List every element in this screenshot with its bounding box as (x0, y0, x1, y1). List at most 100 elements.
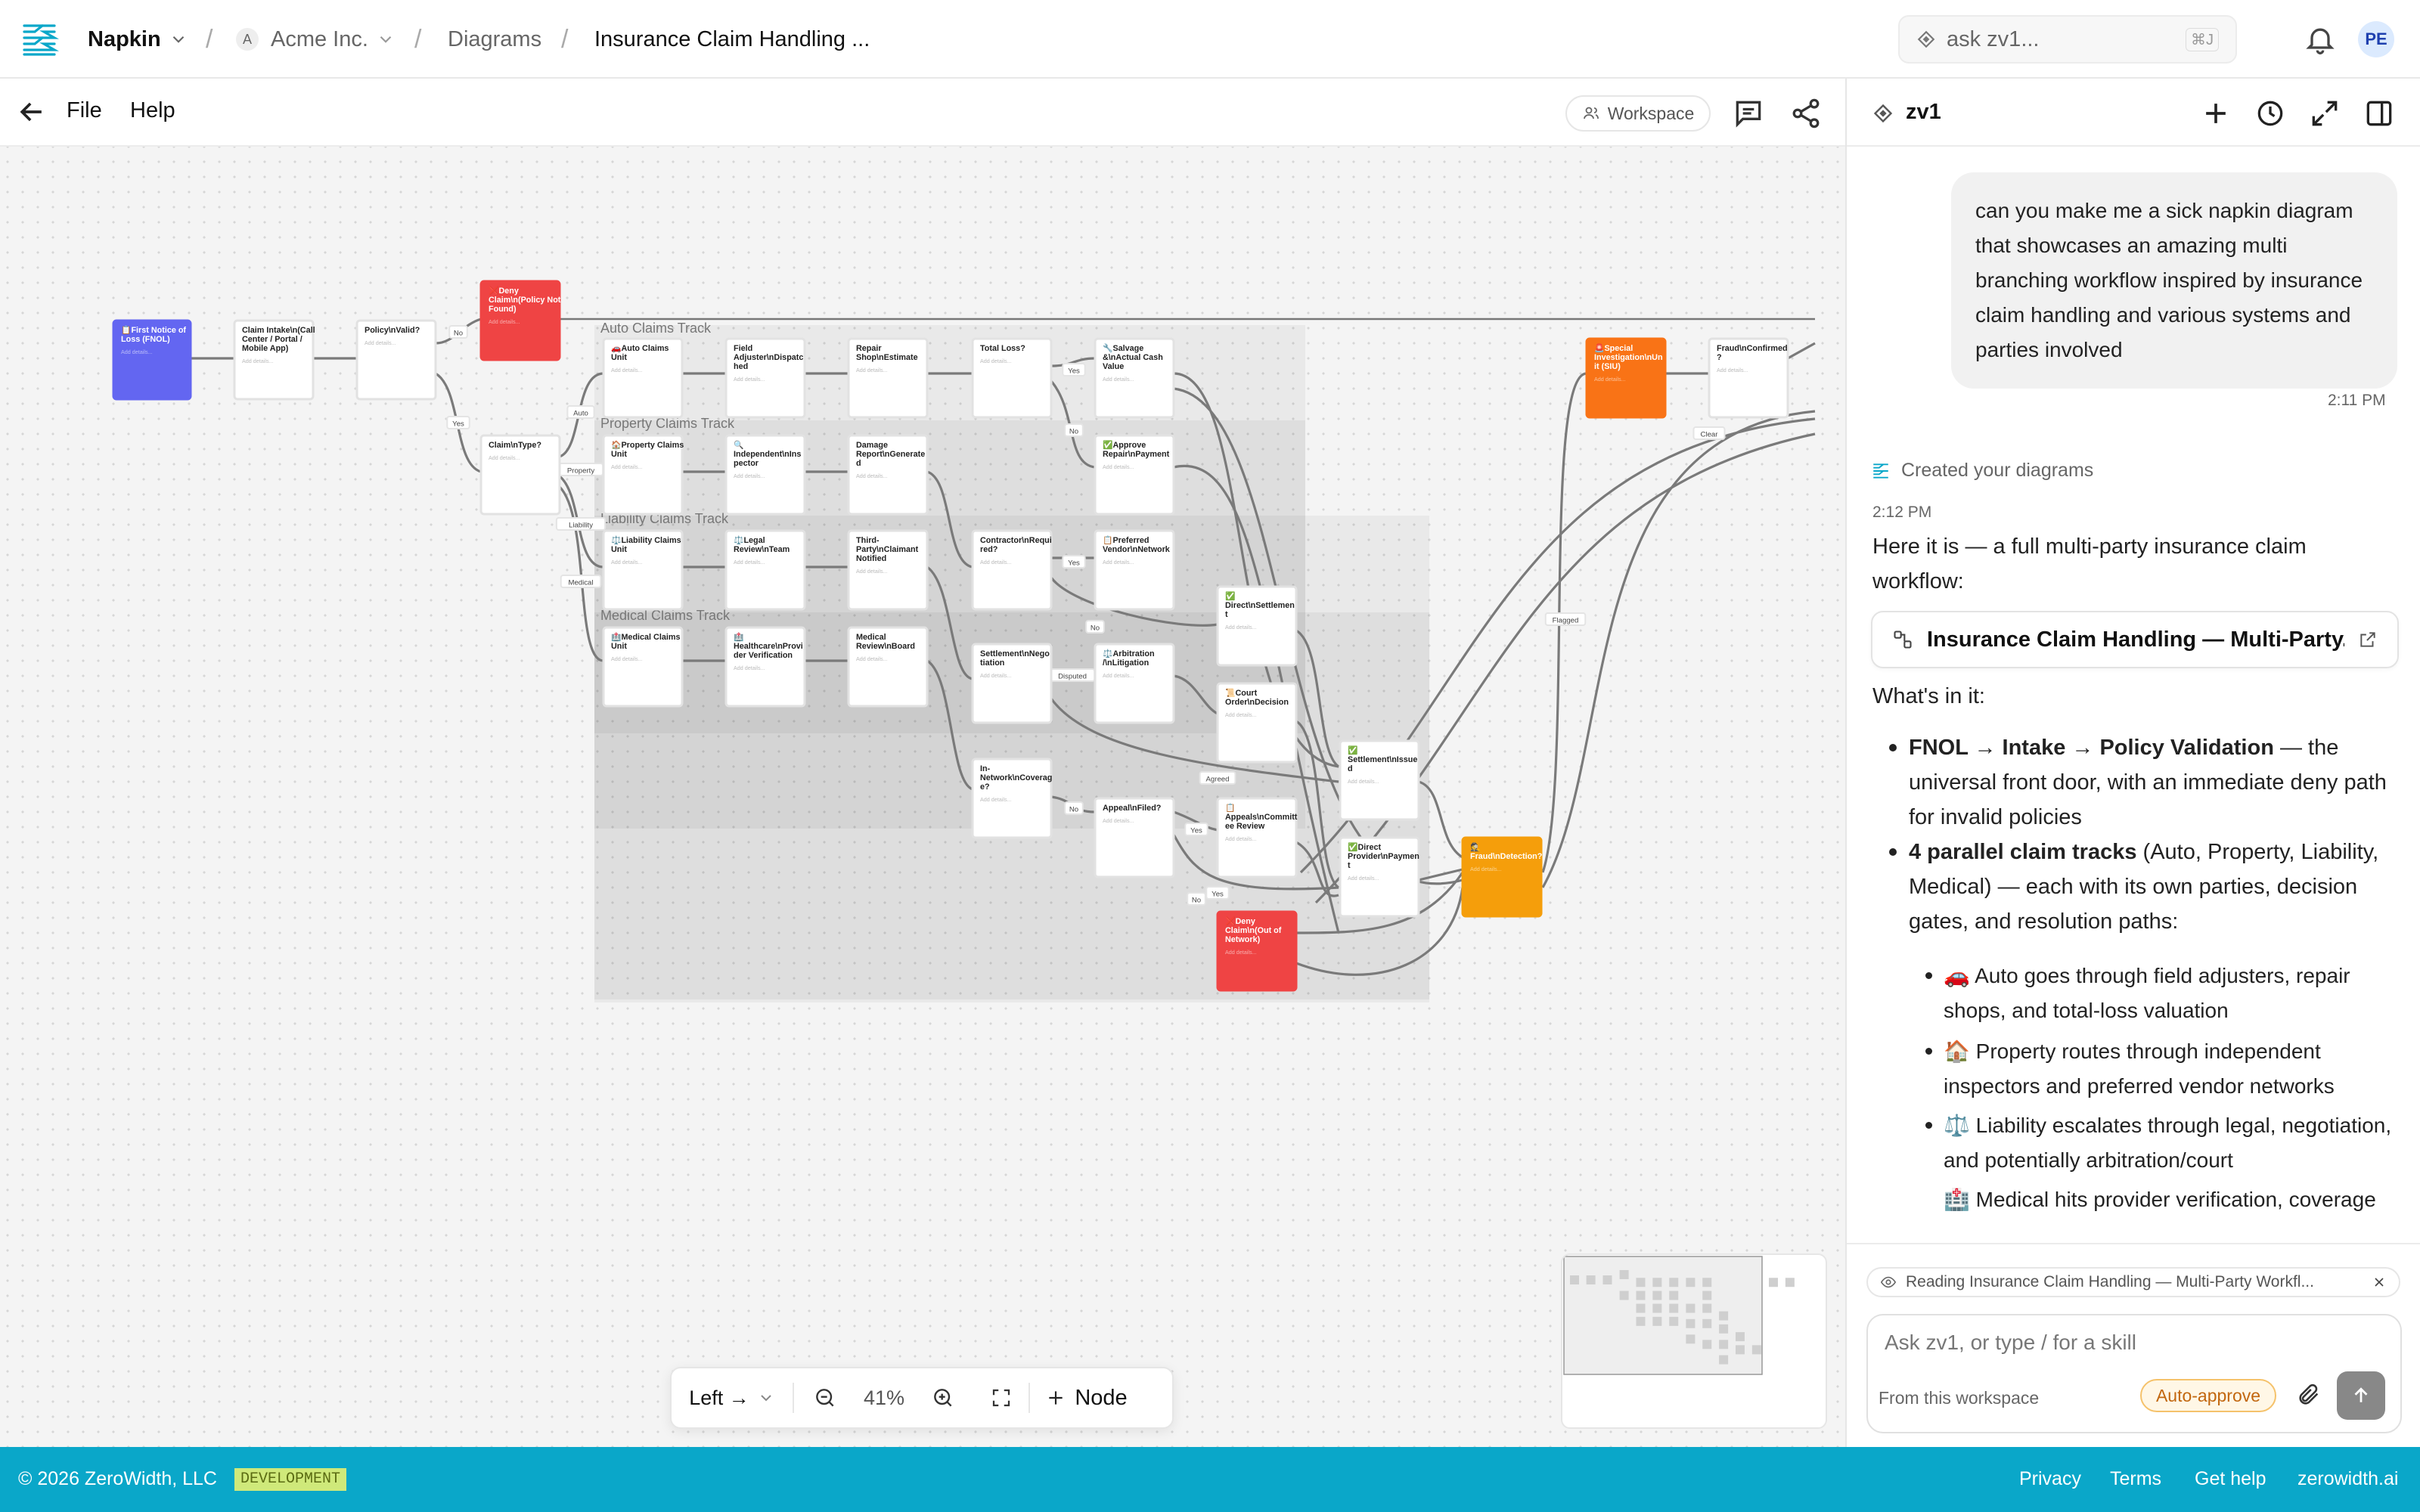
node-settle-nego[interactable]: Settlement\nNegotiation Add details... (971, 643, 1053, 724)
share-icon[interactable] (1789, 97, 1823, 130)
node-pref-vendor[interactable]: 📋PreferredVendor\nNetwork Add details... (1094, 529, 1175, 611)
minimap-node (1751, 1345, 1761, 1355)
ask-search-input[interactable]: ask zv1... ⌘J (1898, 15, 2237, 64)
node-total-loss[interactable]: Total Loss? Add details... (971, 337, 1053, 419)
minimap-node (1686, 1278, 1696, 1287)
edge-label: Agreed (1199, 771, 1236, 785)
edge-label-text: Liability (569, 522, 593, 530)
node-damage-report[interactable]: DamageReport\nGenerated Add details... (847, 434, 929, 516)
node-title: Contractor\nRequi (980, 536, 1052, 545)
node-title: Order\nDecision (1225, 698, 1289, 707)
expand-icon[interactable] (2308, 97, 2341, 130)
node-placeholder: Add details... (1103, 559, 1134, 565)
node-placeholder: Add details... (980, 672, 1012, 679)
search-placeholder: ask zv1... (1947, 26, 2040, 51)
node-repair-shop[interactable]: RepairShop\nEstimate Add details... (847, 337, 929, 419)
node-third-party[interactable]: Third-Party\nClaimantNotified Add details… (847, 529, 929, 611)
node-title: In- (980, 764, 991, 773)
diagram-artifact-card[interactable]: Insurance Claim Handling — Multi-Party..… (1871, 611, 2399, 668)
node-claim-type[interactable]: Claim\nType? Add details... (479, 434, 561, 516)
node-title: Provider\nPaymen (1348, 852, 1419, 861)
user-avatar[interactable]: PE (2358, 21, 2394, 57)
minimap-node (1652, 1290, 1662, 1300)
new-chat-plus-icon[interactable] (2199, 97, 2232, 130)
node-title: Medical (856, 633, 886, 642)
auto-approve-toggle[interactable]: Auto-approve (2140, 1379, 2276, 1412)
edge-label: No (1064, 801, 1084, 815)
panel-title: zv1 (1906, 100, 1941, 124)
edge-label: No (1064, 423, 1084, 437)
node-contractor[interactable]: Contractor\nRequired? Add details... (971, 529, 1053, 611)
zoom-out-button[interactable] (794, 1367, 856, 1429)
workflow-diagram[interactable]: Auto Claims Track Property Claims Track … (0, 147, 1845, 1356)
fit-view-button[interactable] (974, 1367, 1028, 1429)
node-placeholder: Add details... (980, 559, 1012, 565)
node-fnol[interactable]: 📋First Notice ofLoss (FNOL) Add details..… (112, 319, 192, 401)
get-help-link[interactable]: Get help (2195, 1468, 2266, 1490)
node-direct-settle[interactable]: ✅Direct\nSettlement Add details... (1216, 585, 1298, 667)
node-fraud-confirmed[interactable]: Fraud\nConfirmed? Add details... (1708, 337, 1789, 419)
node-indep-insp[interactable]: 🔍Independent\nInspector Add details... (724, 434, 806, 516)
send-button[interactable] (2337, 1371, 2385, 1420)
node-placeholder: Add details... (611, 463, 643, 470)
privacy-link[interactable]: Privacy (2019, 1468, 2081, 1490)
breadcrumb-diagrams[interactable]: Diagrams (448, 0, 541, 79)
node-appeals-committee[interactable]: 📋Appeals\nCommittee Review Add details... (1216, 797, 1298, 878)
sidebar-toggle-icon[interactable] (2363, 97, 2396, 130)
node-fraud-detect[interactable]: 🕵Fraud\nDetection? Add details... (1461, 836, 1543, 918)
node-provider-verif[interactable]: 🏥Healthcare\nProvider Verification Add de… (724, 626, 806, 708)
scope-selector[interactable]: From this workspace (1879, 1388, 2039, 1408)
chat-input[interactable]: Ask zv1, or type / for a skill (1885, 1331, 2136, 1355)
history-clock-icon[interactable] (2254, 97, 2287, 130)
node-title: Repair (856, 344, 882, 353)
app-switcher[interactable]: Napkin (88, 0, 188, 79)
layout-direction-select[interactable]: Left → (672, 1367, 793, 1429)
comment-icon[interactable] (1732, 97, 1765, 130)
node-auto-unit[interactable]: 🚗Auto ClaimsUnit Add details... (602, 337, 684, 419)
doc-title[interactable]: Insurance Claim Handling ... (594, 0, 870, 79)
node-placeholder: Add details... (1470, 866, 1502, 872)
zoom-in-button[interactable] (912, 1367, 974, 1429)
file-menu[interactable]: File (67, 98, 102, 123)
node-field-adj[interactable]: FieldAdjuster\nDispatched Add details... (724, 337, 806, 419)
close-icon[interactable] (2372, 1275, 2387, 1290)
node-prop-unit[interactable]: 🏠Property ClaimsUnit Add details... (602, 434, 684, 516)
node-appeal-filed[interactable]: Appeal\nFiled? Add details... (1094, 797, 1175, 878)
edge-label: Yes (446, 416, 470, 429)
node-deny-policy[interactable]: ❌DenyClaim\n(Policy NotFound) Add details… (479, 280, 561, 361)
node-arbitration[interactable]: ⚖️Arbitration/\nLitigation Add details... (1094, 643, 1175, 724)
external-link-icon[interactable] (2358, 630, 2378, 649)
back-arrow-icon[interactable] (15, 95, 48, 129)
breadcrumb-separator: / (206, 24, 213, 54)
workspace-button[interactable]: Workspace (1565, 95, 1711, 132)
node-settle-issued[interactable]: ✅Settlement\nIssued Add details... (1339, 739, 1420, 821)
edge-label-text: Agreed (1206, 776, 1230, 784)
node-liab-unit[interactable]: ⚖️Liability ClaimsUnit Add details... (602, 529, 684, 611)
chevron-down-icon (172, 36, 184, 43)
node-policy[interactable]: Policy\nValid? Add details... (355, 319, 437, 401)
node-direct-provider[interactable]: ✅DirectProvider\nPayment Add details... (1339, 836, 1420, 918)
site-link[interactable]: zerowidth.ai (2297, 1468, 2398, 1490)
node-intake[interactable]: Claim Intake\n(CallCenter / Portal /Mobi… (233, 319, 315, 401)
context-chip[interactable]: Reading Insurance Claim Handling — Multi… (1866, 1267, 2400, 1297)
help-menu[interactable]: Help (130, 98, 175, 123)
node-placeholder: Add details... (856, 367, 888, 373)
breadcrumb-separator: / (561, 24, 569, 54)
node-salvage[interactable]: 🔧Salvage&\nActual CashValue Add details..… (1094, 337, 1175, 419)
org-switcher[interactable]: A Acme Inc. (236, 0, 396, 79)
node-placeholder: Add details... (856, 472, 888, 479)
attachment-icon[interactable] (2296, 1382, 2322, 1408)
node-med-board[interactable]: MedicalReview\nBoard Add details... (847, 626, 929, 708)
bell-icon[interactable] (2304, 23, 2337, 56)
node-legal-review[interactable]: ⚖️LegalReview\nTeam Add details... (724, 529, 806, 611)
terms-link[interactable]: Terms (2110, 1468, 2161, 1490)
minimap[interactable] (1561, 1253, 1827, 1429)
node-in-network[interactable]: In-Network\nCoverage? Add details... (971, 758, 1053, 839)
node-med-unit[interactable]: 🏥Medical ClaimsUnit Add details... (602, 626, 684, 708)
add-node-button[interactable]: Node (1030, 1367, 1143, 1429)
node-deny-network[interactable]: ❌DenyClaim\n(Out ofNetwork) Add details..… (1216, 910, 1298, 992)
node-approve-repair[interactable]: ✅ApproveRepair\nPayment Add details... (1094, 434, 1175, 516)
node-court-order[interactable]: 📜CourtOrder\nDecision Add details... (1216, 682, 1298, 764)
napkin-logo-icon[interactable] (20, 20, 59, 59)
node-siu[interactable]: 🚨SpecialInvestigation\nUnit (SIU) Add det… (1585, 337, 1667, 419)
